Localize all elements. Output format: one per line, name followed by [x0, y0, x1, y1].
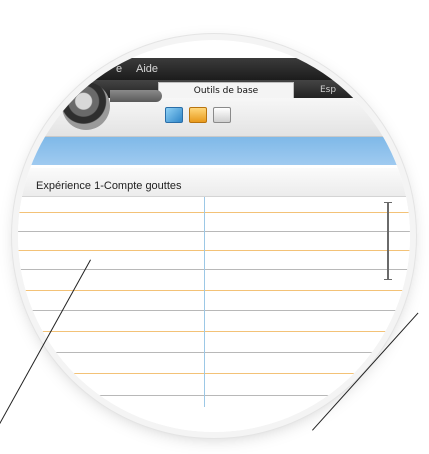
open-folder-icon[interactable]: [189, 107, 207, 123]
row-line: [18, 250, 410, 251]
vertical-scrollbar[interactable]: [387, 202, 389, 280]
row-line: [18, 373, 410, 374]
row-line: [18, 290, 410, 291]
column-divider: [204, 197, 205, 407]
magnifier-lens: e Aide Outils de base Esp Expérience 1-C…: [18, 40, 410, 432]
menu-item-aide[interactable]: Aide: [136, 63, 158, 75]
row-line: [18, 310, 410, 311]
row-line: [18, 231, 410, 232]
ribbon-band: [18, 137, 410, 165]
scrollbar-cap: [384, 279, 392, 280]
print-icon[interactable]: [213, 107, 231, 123]
row-line: [18, 331, 410, 332]
tab-experience[interactable]: Esp: [294, 82, 400, 99]
document-title: Expérience 1-Compte gouttes: [36, 180, 182, 192]
menu-bar: [18, 58, 410, 80]
scrollbar-cap: [384, 202, 392, 203]
data-sheet[interactable]: [18, 197, 410, 432]
row-line: [18, 212, 410, 213]
row-line: [18, 395, 410, 396]
row-line: [18, 269, 410, 270]
app-logo-icon: [62, 82, 110, 130]
menu-item-partial[interactable]: e: [116, 63, 122, 75]
row-line: [18, 352, 410, 353]
app-logo-bar: [110, 90, 162, 102]
new-document-icon[interactable]: [165, 107, 183, 123]
